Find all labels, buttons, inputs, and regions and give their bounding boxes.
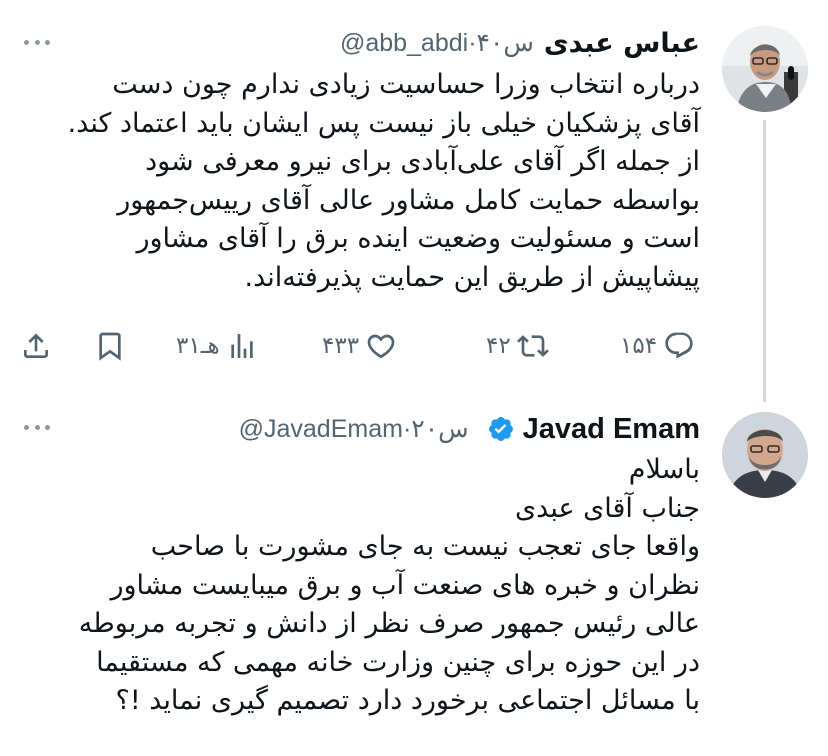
tweet-text-line: عالی رئیس جمهور صرف نظر از دانش و تجربه … <box>78 608 700 639</box>
like-button[interactable]: ۴۳۳ <box>322 328 397 364</box>
author-avatar[interactable] <box>722 412 808 498</box>
share-icon <box>24 333 48 358</box>
tweet-text-line: با مسائل اجتماعی برخورد دارد تصمیم گیری … <box>115 685 700 716</box>
tweet-javad-emam[interactable]: Javad Emam @JavadEmam·۲۰س باسلام جناب آق… <box>0 390 828 756</box>
avatar-photo <box>722 26 808 112</box>
tweet-text-line: نظران و خبره های صنعت آب و برق میبایست م… <box>110 569 700 601</box>
like-count: ۴۳۳ <box>322 333 360 359</box>
author-avatar[interactable] <box>722 26 808 112</box>
separator-dot: · <box>468 29 477 57</box>
author-handle[interactable]: @abb_abdi <box>340 29 468 57</box>
views-button[interactable]: ۳۱هـ <box>176 328 258 364</box>
tweet-text-line: باسلام <box>628 454 700 485</box>
tweet-text-line: واقعا جای تعجب نیست به جای مشورت با صاحب <box>150 531 700 562</box>
tweet-time[interactable]: ۲۰س <box>411 415 468 443</box>
tweet-text-line: جناب آقای عبدی <box>515 492 700 524</box>
author-handle[interactable]: @JavadEmam <box>239 415 403 443</box>
more-dots-icon[interactable] <box>24 422 50 432</box>
retweet-count: ۴۲ <box>486 333 511 359</box>
tweet-text: باسلام جناب آقای عبدی واقعا جای تعجب نیس… <box>10 451 700 721</box>
tweet-text-line: بواسطه حمایت کامل مشاور عالی آقای رییس‌ج… <box>117 184 700 216</box>
tweet-time[interactable]: ۴۰س <box>477 29 534 57</box>
reply-button[interactable]: ۱۵۴ <box>620 328 695 364</box>
tweet-actions: ۱۵۴ ۴۲ ۴۳۳ ۳۱هـ <box>0 328 828 364</box>
share-button[interactable] <box>20 328 52 364</box>
reply-count: ۱۵۴ <box>620 333 658 359</box>
tweet-header: عباس عبدی @abb_abdi·۴۰س <box>340 24 700 62</box>
author-name[interactable]: عباس عبدی <box>544 28 700 59</box>
like-icon <box>367 334 395 359</box>
author-handle-time: @JavadEmam·۲۰س <box>239 414 469 444</box>
bookmark-icon <box>99 332 121 361</box>
reply-icon <box>665 332 693 359</box>
tweet-text-line: آقای پزشکیان خیلی باز نیست پس ایشان باید… <box>67 107 700 139</box>
tweet-header: Javad Emam @JavadEmam·۲۰س <box>239 410 700 448</box>
retweet-icon <box>516 335 549 357</box>
tweet-text-line: در این حوزه برای چنین وزارت خانه مهمی که… <box>96 646 700 678</box>
tweet-text-line: از جمله اگر آقای علی‌آبادی برای نیرو معر… <box>145 146 700 177</box>
more-dots-icon[interactable] <box>24 37 50 47</box>
tweet-text-line: درباره انتخاب وزرا حساسیت زیادی ندارم چو… <box>112 69 700 100</box>
retweet-button[interactable]: ۴۲ <box>486 328 549 364</box>
tweet-abb-abdi[interactable]: عباس عبدی @abb_abdi·۴۰س درباره انتخاب وز… <box>0 0 828 402</box>
avatar-photo <box>722 412 808 498</box>
author-handle-time: @abb_abdi·۴۰س <box>340 28 534 58</box>
bookmark-button[interactable] <box>94 328 126 364</box>
verified-badge-icon <box>487 415 515 443</box>
tweet-text: درباره انتخاب وزرا حساسیت زیادی ندارم چو… <box>10 66 700 297</box>
tweet-text-line: پیشاپیش از طریق این حمایت پذیرفته‌اند. <box>244 261 700 293</box>
views-icon <box>230 334 253 358</box>
author-name[interactable]: Javad Emam <box>523 413 700 446</box>
views-count: ۳۱هـ <box>176 333 220 359</box>
tweet-text-line: است و مسئولیت وضعیت اینده برق را آقای مش… <box>136 223 700 254</box>
